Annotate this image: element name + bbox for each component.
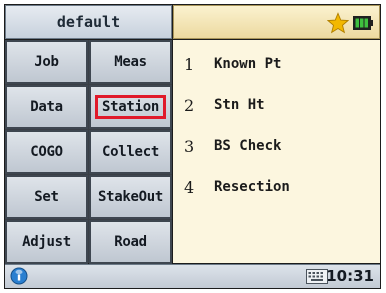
menu-road-button[interactable]: Road — [89, 220, 172, 264]
selection-highlight — [95, 95, 166, 119]
menu-job-label: Job — [34, 54, 59, 70]
menu-stakeout-button[interactable]: StakeOut — [89, 175, 172, 219]
list-item-resection[interactable]: 4 Resection — [173, 169, 380, 205]
list-item-stn-ht[interactable]: 2 Stn Ht — [173, 87, 380, 123]
main-menu-grid: Job Meas Data Station COGO Collect Set S… — [5, 40, 172, 264]
device-screen: default Job Meas Data Station COGO Colle… — [4, 4, 381, 289]
list-item-number: 3 — [184, 136, 195, 156]
keyboard-icon[interactable] — [306, 269, 328, 284]
menu-job-button[interactable]: Job — [5, 40, 88, 84]
menu-cogo-label: COGO — [30, 144, 63, 160]
bottom-status-bar: 10:31 — [5, 264, 380, 288]
info-icon[interactable] — [10, 267, 28, 285]
menu-cogo-button[interactable]: COGO — [5, 130, 88, 174]
menu-station-button[interactable]: Station — [89, 85, 172, 129]
star-icon[interactable] — [327, 12, 349, 34]
status-bar — [173, 5, 380, 39]
menu-data-button[interactable]: Data — [5, 85, 88, 129]
list-item-number: 2 — [184, 95, 195, 115]
menu-set-button[interactable]: Set — [5, 175, 88, 219]
menu-meas-label: Meas — [114, 54, 147, 70]
list-item-bs-check[interactable]: 3 BS Check — [173, 128, 380, 164]
menu-collect-button[interactable]: Collect — [89, 130, 172, 174]
menu-adjust-label: Adjust — [22, 234, 71, 250]
battery-icon — [353, 16, 373, 30]
list-item-label: Stn Ht — [214, 97, 265, 113]
list-item-label: BS Check — [214, 138, 282, 154]
menu-set-label: Set — [34, 189, 59, 205]
menu-adjust-button[interactable]: Adjust — [5, 220, 88, 264]
menu-meas-button[interactable]: Meas — [89, 40, 172, 84]
job-title-bar: default — [5, 5, 172, 39]
job-title: default — [56, 13, 121, 31]
menu-stakeout-label: StakeOut — [97, 189, 164, 205]
list-item-number: 1 — [184, 54, 195, 74]
list-item-label: Known Pt — [214, 56, 282, 72]
menu-data-label: Data — [30, 99, 63, 115]
menu-collect-label: Collect — [102, 144, 159, 160]
list-item-number: 4 — [184, 177, 195, 197]
clock-time: 10:31 — [326, 267, 374, 285]
menu-road-label: Road — [114, 234, 147, 250]
list-item-label: Resection — [214, 179, 290, 195]
list-item-known-pt[interactable]: 1 Known Pt — [173, 46, 380, 82]
station-submenu-list: 1 Known Pt 2 Stn Ht 3 BS Check 4 Resecti… — [173, 40, 380, 263]
